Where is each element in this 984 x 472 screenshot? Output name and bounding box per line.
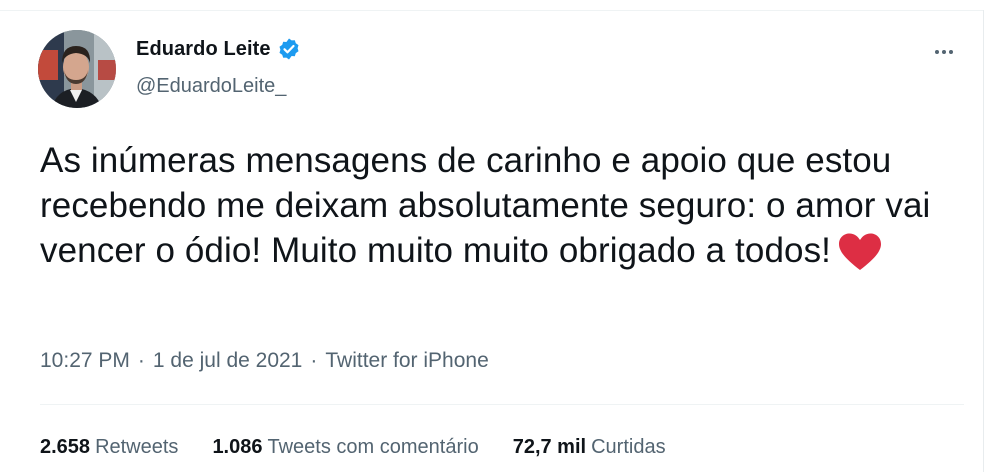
stat-likes[interactable]: 72,7 mil Curtidas: [513, 436, 666, 459]
stat-quote-tweets[interactable]: 1.086 Tweets com comentário: [212, 436, 478, 459]
stat-value: 2.658: [40, 436, 91, 458]
tweet-body: As inúmeras mensagens de carinho e apoio…: [40, 141, 931, 270]
stat-label: Retweets: [95, 436, 179, 458]
stats-divider: [40, 404, 964, 405]
tweet-card: Eduardo Leite @EduardoLeite_ As inúmeras…: [0, 0, 984, 472]
stat-label: Tweets com comentário: [267, 436, 479, 458]
meta-separator: ·: [310, 349, 318, 372]
more-options-icon: [935, 50, 939, 54]
more-options-button[interactable]: [926, 40, 962, 64]
author-name[interactable]: Eduardo Leite: [136, 38, 271, 61]
stat-value: 72,7 mil: [512, 436, 587, 458]
avatar[interactable]: [38, 30, 116, 108]
author-handle[interactable]: @EduardoLeite_: [136, 75, 286, 98]
verified-badge-icon: [277, 37, 301, 61]
heart-icon: [837, 232, 883, 272]
tweet-stats: 2.658 Retweets 1.086 Tweets com comentár…: [40, 436, 700, 459]
tweet-text: As inúmeras mensagens de carinho e apoio…: [40, 138, 960, 273]
meta-separator: ·: [137, 349, 145, 372]
top-divider: [0, 10, 984, 11]
tweet-meta: 10:27 PM · 1 de jul de 2021 · Twitter fo…: [40, 349, 489, 373]
tweet-time[interactable]: 10:27 PM: [40, 349, 130, 373]
stat-label: Curtidas: [591, 436, 666, 458]
tweet-source[interactable]: Twitter for iPhone: [325, 349, 488, 373]
stat-retweets[interactable]: 2.658 Retweets: [40, 436, 178, 459]
author-name-row[interactable]: Eduardo Leite: [136, 37, 301, 61]
avatar-photo: [38, 30, 116, 108]
tweet-date[interactable]: 1 de jul de 2021: [153, 349, 302, 373]
stat-value: 1.086: [212, 436, 263, 458]
